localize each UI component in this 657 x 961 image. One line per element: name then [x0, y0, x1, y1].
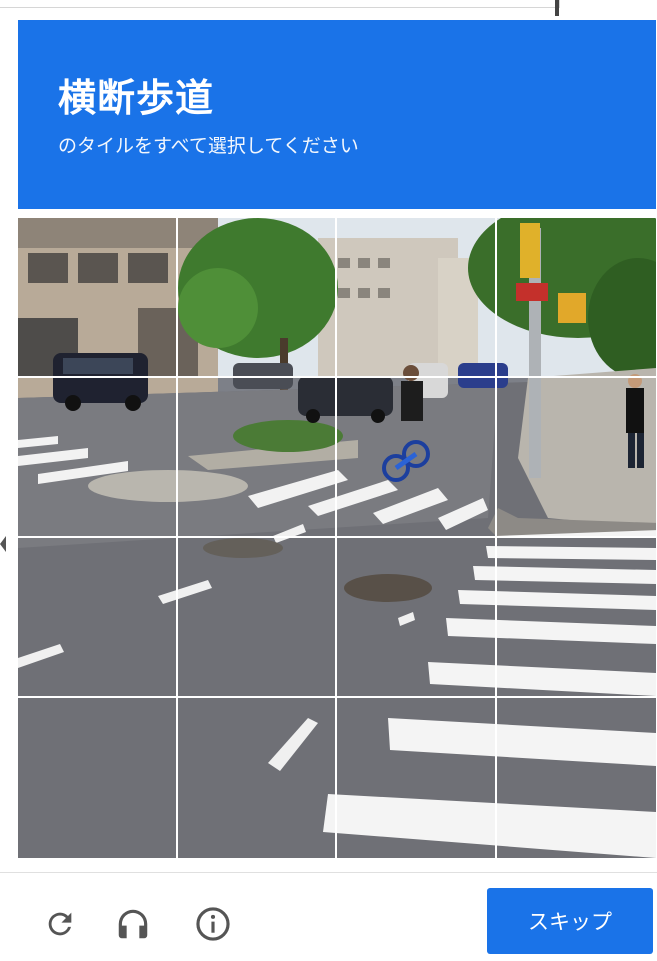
- tile-4-2[interactable]: [178, 698, 337, 858]
- tile-1-1[interactable]: [18, 218, 178, 378]
- tile-2-4[interactable]: [496, 378, 656, 538]
- skip-button[interactable]: スキップ: [487, 888, 653, 954]
- tile-1-4[interactable]: [496, 218, 656, 378]
- tile-1-3[interactable]: [337, 218, 497, 378]
- tile-1-2[interactable]: [177, 218, 337, 378]
- edge-arrow-icon: [0, 536, 8, 552]
- info-icon[interactable]: [193, 904, 233, 944]
- reload-icon[interactable]: [40, 904, 80, 944]
- tile-3-2[interactable]: [177, 538, 337, 698]
- headphones-icon[interactable]: [113, 904, 153, 944]
- challenge-subtitle: のタイルをすべて選択してください: [58, 135, 359, 157]
- tile-4-1[interactable]: [18, 698, 178, 858]
- tile-2-1[interactable]: [18, 378, 178, 538]
- tile-3-3[interactable]: [337, 538, 497, 698]
- tile-4-3[interactable]: [337, 698, 497, 858]
- tile-4-4[interactable]: [497, 698, 657, 858]
- frame-edge-marker: [555, 0, 559, 16]
- frame-edge: [0, 0, 560, 8]
- tile-2-3[interactable]: [337, 378, 497, 538]
- challenge-title: 横断歩道: [58, 76, 215, 120]
- tile-2-2[interactable]: [177, 378, 337, 538]
- image-grid: [18, 218, 656, 858]
- challenge-header: 横断歩道 のタイルをすべて選択してください: [18, 20, 656, 209]
- footer-divider: [0, 872, 657, 873]
- tile-3-4[interactable]: [496, 538, 656, 698]
- tile-3-1[interactable]: [18, 538, 178, 698]
- captcha-frame: 横断歩道 のタイルをすべて選択してください スキップ: [0, 0, 657, 961]
